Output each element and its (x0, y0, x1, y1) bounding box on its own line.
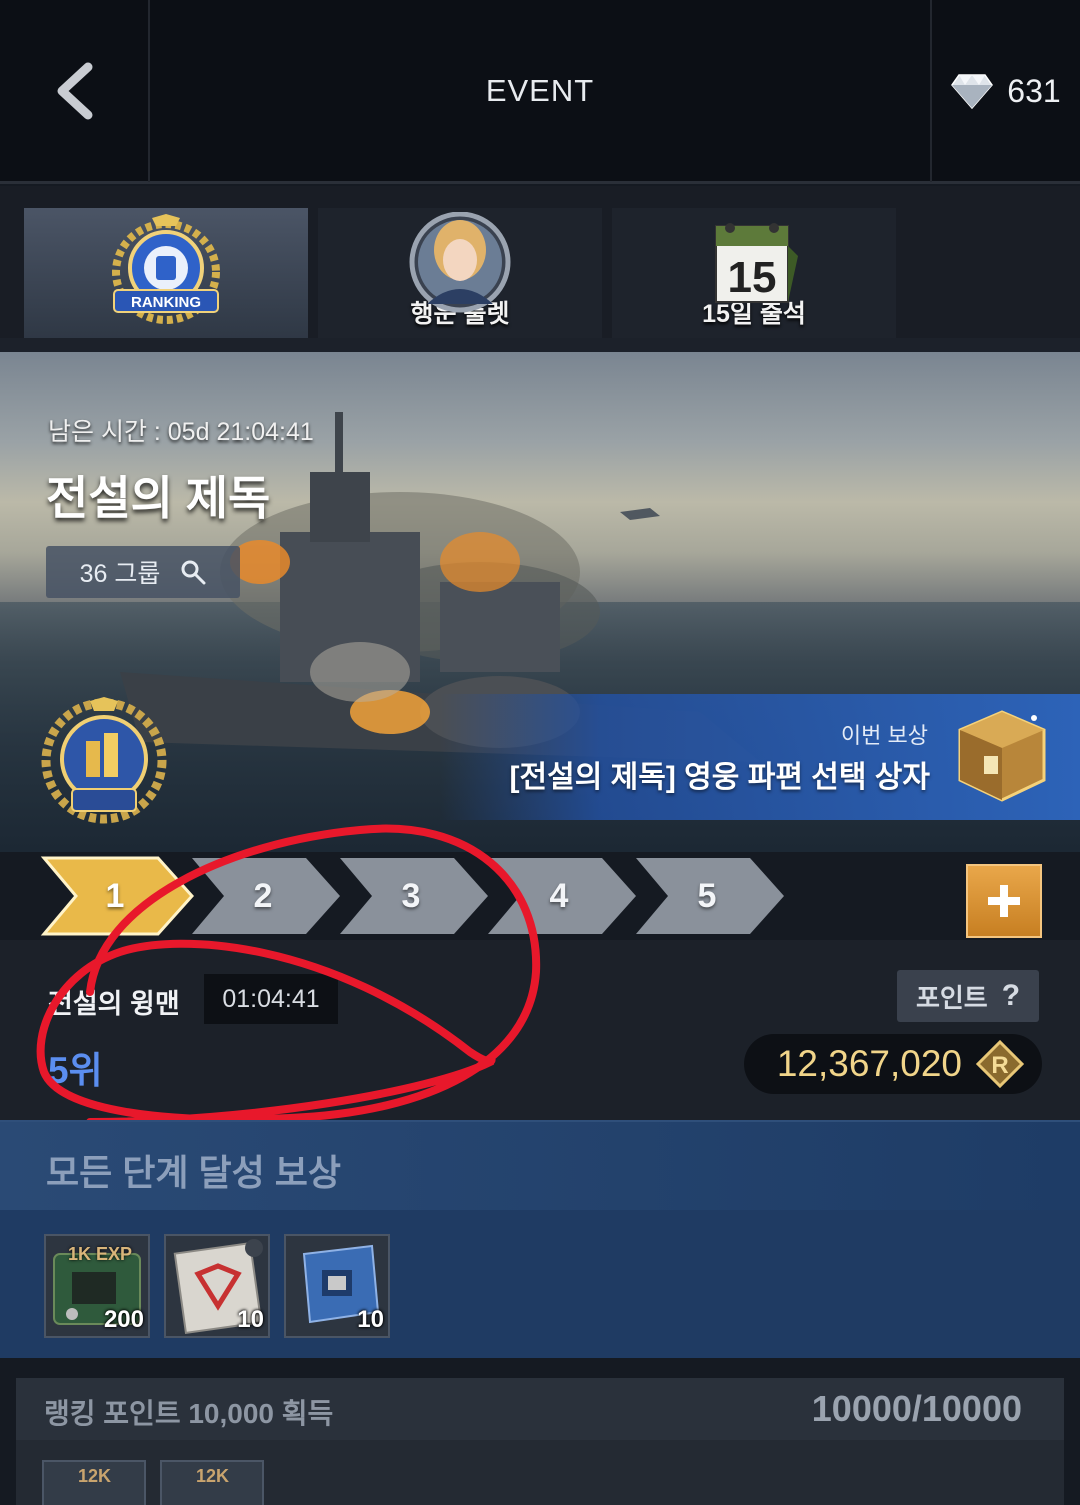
chevron-left-icon (57, 62, 93, 120)
calendar-15-icon: 15 (715, 223, 798, 303)
ranking-emblem-icon: RANKING (112, 214, 220, 324)
stage-1-tab[interactable]: 1 (40, 856, 194, 936)
plus-icon (988, 885, 1020, 917)
diamond-icon (951, 74, 994, 109)
stage-number: 4 (549, 876, 569, 915)
top-bar: EVENT 631 (0, 0, 1080, 184)
reward-item[interactable]: 10 (164, 1234, 270, 1338)
event-banner: 남은 시간 : 05d 21:04:41 전설의 제독 36 그룹 이번 보상 … (0, 352, 1080, 852)
current-rank: 5위 (48, 1050, 103, 1091)
item-tag: 1K EXP (68, 1244, 133, 1264)
points-value: 12,367,020 (776, 1043, 962, 1084)
item-count: 200 (103, 1306, 144, 1333)
reward-caption: 이번 보상 (840, 723, 928, 748)
group-label: 36 그룹 (79, 560, 161, 588)
tab-lucky-roulette[interactable]: 행운 룰렛 (318, 208, 602, 338)
event-title: 전설의 제독 (46, 472, 271, 524)
reward-name: [전설의 제독] 영웅 파편 선택 상자 (509, 761, 930, 794)
stage-number: 5 (697, 876, 717, 915)
stage-number: 2 (253, 876, 273, 915)
item-tag: 12K (196, 1466, 230, 1486)
pilot-portrait-icon (409, 212, 511, 313)
page-title: EVENT (485, 73, 595, 108)
svg-text:15: 15 (728, 253, 777, 302)
mission-title: 랭킹 포인트 10,000 획득 (44, 1398, 334, 1429)
stage-timer: 01:04:41 (204, 974, 338, 1024)
group-button[interactable]: 36 그룹 (46, 546, 240, 598)
all-reward-title: 모든 단계 달성 보상 (46, 1152, 341, 1193)
points-display: 12,367,020 R (744, 1034, 1042, 1094)
rank-emblem-icon (41, 697, 167, 824)
stage-5-tab[interactable]: 5 (632, 856, 784, 936)
current-reward-panel[interactable]: 이번 보상 [전설의 제독] 영웅 파편 선택 상자 (440, 694, 1080, 820)
stage-4-tab[interactable]: 4 (484, 856, 636, 936)
stage-name: 전설의 윙맨 (48, 989, 180, 1019)
treasure-box-icon (958, 710, 1046, 802)
ranking-point-icon: R (976, 1040, 1024, 1088)
svg-text:R: R (991, 1052, 1008, 1079)
item-count: 10 (357, 1306, 384, 1333)
reward-item[interactable]: 1K EXP 200 (44, 1234, 150, 1338)
remaining-time: 남은 시간 : 05d 21:04:41 (48, 418, 314, 446)
reward-item[interactable]: 10 (284, 1234, 390, 1338)
mission-header: 랭킹 포인트 10,000 획득 10000/10000 (16, 1378, 1064, 1440)
all-stage-reward-section: 모든 단계 달성 보상 1K EXP 200 10 10 (0, 1120, 1080, 1358)
event-tabs: RANKING 행운 룰렛 15 15일 출석 (0, 186, 1080, 352)
mission-reward-list: 12K 12K (42, 1460, 264, 1505)
stage-3-tab[interactable]: 3 (336, 856, 488, 936)
magnifier-icon (181, 560, 206, 585)
svg-text:RANKING: RANKING (131, 294, 201, 311)
mission-reward-item[interactable]: 12K (160, 1460, 264, 1505)
all-reward-header: 모든 단계 달성 보상 (0, 1122, 1080, 1210)
reward-item-list: 1K EXP 200 10 10 (44, 1234, 390, 1338)
mission-reward-item[interactable]: 12K (42, 1460, 146, 1505)
mission-row: 랭킹 포인트 10,000 획득 10000/10000 12K 12K (16, 1378, 1064, 1505)
stage-number: 3 (401, 876, 421, 915)
tab-15-day-attendance[interactable]: 15 15일 출석 (612, 208, 896, 338)
points-help-button[interactable]: 포인트 ? (897, 970, 1039, 1022)
stage-info-panel: 전설의 윙맨 01:04:41 5위 포인트 ? 12,367,020 R (0, 940, 1080, 1120)
add-stage-button[interactable] (966, 864, 1042, 938)
stage-number: 1 (105, 876, 125, 915)
mission-progress: 10000/10000 (811, 1388, 1022, 1429)
item-tag: 12K (78, 1466, 112, 1486)
stage-2-tab[interactable]: 2 (188, 856, 340, 936)
back-button[interactable] (0, 0, 150, 182)
currency-amount: 631 (1007, 72, 1061, 109)
item-count: 10 (237, 1306, 264, 1333)
tab-divider (0, 338, 1080, 352)
stage-selector: 1 2 3 4 5 (40, 856, 800, 938)
currency-display[interactable]: 631 (930, 0, 1080, 182)
question-icon: ? (1001, 979, 1021, 1012)
points-label: 포인트 (915, 982, 988, 1013)
tab-ranking[interactable]: RANKING (24, 208, 308, 338)
